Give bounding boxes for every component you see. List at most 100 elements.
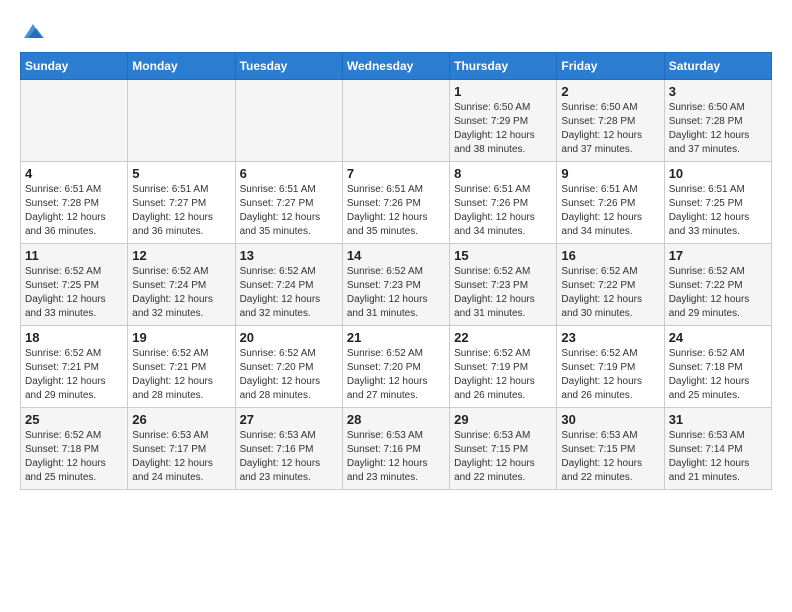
day-number: 26 <box>132 412 230 427</box>
day-number: 24 <box>669 330 767 345</box>
calendar-cell: 19 Sunrise: 6:52 AM Sunset: 7:21 PM Dayli… <box>128 326 235 408</box>
calendar-cell <box>342 80 449 162</box>
calendar-cell: 28Sunrise: 6:53 AM Sunset: 7:16 PM Dayli… <box>342 408 449 490</box>
day-number: 11 <box>25 248 123 263</box>
day-info: Sunrise: 6:51 AM Sunset: 7:26 PM Dayligh… <box>561 183 659 239</box>
day-info: Sunrise: 6:52 AM Sunset: 7:20 PM Dayligh… <box>240 347 338 403</box>
calendar-cell: 30 Sunrise: 6:53 AM Sunset: 7:15 PM Dayli… <box>557 408 664 490</box>
day-info: Sunrise: 6:51 AM Sunset: 7:25 PM Dayligh… <box>669 183 767 239</box>
day-info: Sunrise: 6:53 AM Sunset: 7:15 PM Dayligh… <box>561 429 659 485</box>
calendar-cell: 10 Sunrise: 6:51 AM Sunset: 7:25 PM Dayli… <box>664 162 771 244</box>
day-number: 18 <box>25 330 123 345</box>
header-day-friday: Friday <box>557 53 664 80</box>
day-number: 9 <box>561 166 659 181</box>
day-number: 20 <box>240 330 338 345</box>
day-number: 5 <box>132 166 230 181</box>
day-info: Sunrise: 6:52 AM Sunset: 7:22 PM Dayligh… <box>669 265 767 321</box>
calendar-header: SundayMondayTuesdayWednesdayThursdayFrid… <box>21 53 772 80</box>
calendar-cell: 27 Sunrise: 6:53 AM Sunset: 7:16 PM Dayli… <box>235 408 342 490</box>
day-number: 30 <box>561 412 659 427</box>
calendar-cell: 13 Sunrise: 6:52 AM Sunset: 7:24 PM Dayli… <box>235 244 342 326</box>
calendar-table: SundayMondayTuesdayWednesdayThursdayFrid… <box>20 52 772 490</box>
week-row-5: 25 Sunrise: 6:52 AM Sunset: 7:18 PM Dayli… <box>21 408 772 490</box>
day-info: Sunrise: 6:51 AM Sunset: 7:26 PM Dayligh… <box>454 183 552 239</box>
calendar-cell: 15 Sunrise: 6:52 AM Sunset: 7:23 PM Dayli… <box>450 244 557 326</box>
calendar-cell: 31 Sunrise: 6:53 AM Sunset: 7:14 PM Dayli… <box>664 408 771 490</box>
page-header <box>20 20 772 42</box>
day-number: 31 <box>669 412 767 427</box>
calendar-cell: 24 Sunrise: 6:52 AM Sunset: 7:18 PM Dayli… <box>664 326 771 408</box>
day-number: 16 <box>561 248 659 263</box>
calendar-cell: 3 Sunrise: 6:50 AM Sunset: 7:28 PM Daylig… <box>664 80 771 162</box>
day-number: 29 <box>454 412 552 427</box>
calendar-cell: 11 Sunrise: 6:52 AM Sunset: 7:25 PM Dayli… <box>21 244 128 326</box>
day-info: Sunrise: 6:52 AM Sunset: 7:23 PM Dayligh… <box>454 265 552 321</box>
day-number: 15 <box>454 248 552 263</box>
calendar-cell: 22Sunrise: 6:52 AM Sunset: 7:19 PM Dayli… <box>450 326 557 408</box>
day-info: Sunrise: 6:52 AM Sunset: 7:24 PM Dayligh… <box>132 265 230 321</box>
calendar-cell: 25 Sunrise: 6:52 AM Sunset: 7:18 PM Dayli… <box>21 408 128 490</box>
day-info: Sunrise: 6:50 AM Sunset: 7:28 PM Dayligh… <box>561 101 659 157</box>
day-number: 22 <box>454 330 552 345</box>
day-info: Sunrise: 6:53 AM Sunset: 7:16 PM Dayligh… <box>240 429 338 485</box>
calendar-cell: 1Sunrise: 6:50 AM Sunset: 7:29 PM Daylig… <box>450 80 557 162</box>
calendar-cell: 9 Sunrise: 6:51 AM Sunset: 7:26 PM Daylig… <box>557 162 664 244</box>
header-row: SundayMondayTuesdayWednesdayThursdayFrid… <box>21 53 772 80</box>
header-day-tuesday: Tuesday <box>235 53 342 80</box>
day-number: 13 <box>240 248 338 263</box>
day-number: 14 <box>347 248 445 263</box>
header-day-sunday: Sunday <box>21 53 128 80</box>
calendar-cell <box>235 80 342 162</box>
day-number: 8 <box>454 166 552 181</box>
logo-icon <box>22 20 44 42</box>
day-number: 10 <box>669 166 767 181</box>
logo <box>20 20 44 42</box>
calendar-cell: 4 Sunrise: 6:51 AM Sunset: 7:28 PM Daylig… <box>21 162 128 244</box>
day-number: 12 <box>132 248 230 263</box>
calendar-cell: 29Sunrise: 6:53 AM Sunset: 7:15 PM Dayli… <box>450 408 557 490</box>
header-day-thursday: Thursday <box>450 53 557 80</box>
calendar-cell: 5 Sunrise: 6:51 AM Sunset: 7:27 PM Daylig… <box>128 162 235 244</box>
day-number: 3 <box>669 84 767 99</box>
day-info: Sunrise: 6:52 AM Sunset: 7:22 PM Dayligh… <box>561 265 659 321</box>
day-number: 6 <box>240 166 338 181</box>
day-info: Sunrise: 6:51 AM Sunset: 7:28 PM Dayligh… <box>25 183 123 239</box>
day-info: Sunrise: 6:51 AM Sunset: 7:26 PM Dayligh… <box>347 183 445 239</box>
day-number: 4 <box>25 166 123 181</box>
day-info: Sunrise: 6:51 AM Sunset: 7:27 PM Dayligh… <box>240 183 338 239</box>
calendar-cell: 6 Sunrise: 6:51 AM Sunset: 7:27 PM Daylig… <box>235 162 342 244</box>
day-info: Sunrise: 6:52 AM Sunset: 7:21 PM Dayligh… <box>132 347 230 403</box>
header-day-monday: Monday <box>128 53 235 80</box>
calendar-cell: 7Sunrise: 6:51 AM Sunset: 7:26 PM Daylig… <box>342 162 449 244</box>
day-info: Sunrise: 6:53 AM Sunset: 7:16 PM Dayligh… <box>347 429 445 485</box>
calendar-cell: 18 Sunrise: 6:52 AM Sunset: 7:21 PM Dayli… <box>21 326 128 408</box>
week-row-2: 4 Sunrise: 6:51 AM Sunset: 7:28 PM Daylig… <box>21 162 772 244</box>
calendar-cell <box>21 80 128 162</box>
calendar-cell: 23Sunrise: 6:52 AM Sunset: 7:19 PM Dayli… <box>557 326 664 408</box>
day-number: 19 <box>132 330 230 345</box>
day-number: 25 <box>25 412 123 427</box>
day-number: 23 <box>561 330 659 345</box>
week-row-3: 11 Sunrise: 6:52 AM Sunset: 7:25 PM Dayli… <box>21 244 772 326</box>
day-info: Sunrise: 6:52 AM Sunset: 7:25 PM Dayligh… <box>25 265 123 321</box>
day-info: Sunrise: 6:52 AM Sunset: 7:21 PM Dayligh… <box>25 347 123 403</box>
calendar-cell: 12 Sunrise: 6:52 AM Sunset: 7:24 PM Dayli… <box>128 244 235 326</box>
day-number: 17 <box>669 248 767 263</box>
calendar-cell: 21Sunrise: 6:52 AM Sunset: 7:20 PM Dayli… <box>342 326 449 408</box>
week-row-4: 18 Sunrise: 6:52 AM Sunset: 7:21 PM Dayli… <box>21 326 772 408</box>
calendar-cell: 14 Sunrise: 6:52 AM Sunset: 7:23 PM Dayli… <box>342 244 449 326</box>
day-info: Sunrise: 6:52 AM Sunset: 7:18 PM Dayligh… <box>25 429 123 485</box>
day-number: 27 <box>240 412 338 427</box>
day-info: Sunrise: 6:53 AM Sunset: 7:17 PM Dayligh… <box>132 429 230 485</box>
day-info: Sunrise: 6:52 AM Sunset: 7:20 PM Dayligh… <box>347 347 445 403</box>
day-info: Sunrise: 6:51 AM Sunset: 7:27 PM Dayligh… <box>132 183 230 239</box>
day-info: Sunrise: 6:52 AM Sunset: 7:24 PM Dayligh… <box>240 265 338 321</box>
day-info: Sunrise: 6:50 AM Sunset: 7:28 PM Dayligh… <box>669 101 767 157</box>
day-info: Sunrise: 6:53 AM Sunset: 7:14 PM Dayligh… <box>669 429 767 485</box>
day-info: Sunrise: 6:50 AM Sunset: 7:29 PM Dayligh… <box>454 101 552 157</box>
calendar-cell: 26 Sunrise: 6:53 AM Sunset: 7:17 PM Dayli… <box>128 408 235 490</box>
day-info: Sunrise: 6:52 AM Sunset: 7:23 PM Dayligh… <box>347 265 445 321</box>
day-info: Sunrise: 6:52 AM Sunset: 7:18 PM Dayligh… <box>669 347 767 403</box>
calendar-cell: 16 Sunrise: 6:52 AM Sunset: 7:22 PM Dayli… <box>557 244 664 326</box>
header-day-wednesday: Wednesday <box>342 53 449 80</box>
